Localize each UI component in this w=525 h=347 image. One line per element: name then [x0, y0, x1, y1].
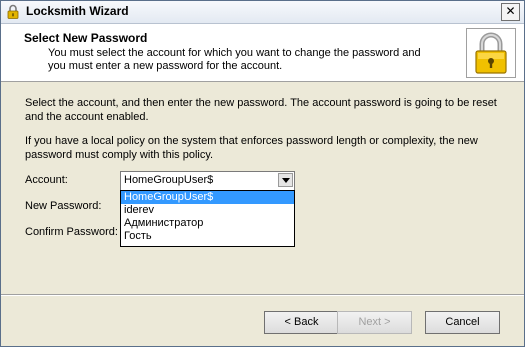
dropdown-option[interactable]: Администратор	[121, 217, 294, 230]
back-button[interactable]: < Back	[264, 311, 339, 334]
wizard-header: Select New Password You must select the …	[1, 24, 524, 82]
new-password-label: New Password:	[25, 200, 102, 212]
confirm-password-label: Confirm Password:	[25, 226, 118, 238]
dropdown-arrow-button[interactable]	[278, 173, 293, 187]
page-title: Select New Password	[24, 31, 148, 45]
cancel-button[interactable]: Cancel	[425, 311, 500, 334]
title-bar[interactable]: Locksmith Wizard ✕	[1, 1, 524, 24]
dropdown-option[interactable]: HomeGroupUser$	[121, 191, 294, 204]
wizard-body: Select the account, and then enter the n…	[1, 82, 524, 294]
next-button[interactable]: Next >	[337, 311, 412, 334]
dropdown-option[interactable]: Гость	[121, 230, 294, 243]
account-select-value: HomeGroupUser$	[124, 174, 214, 186]
page-description: You must select the account for which yo…	[48, 47, 421, 72]
wizard-window: Locksmith Wizard ✕ Select New Password Y…	[0, 0, 525, 347]
footer-divider	[1, 294, 524, 296]
account-label: Account:	[25, 174, 68, 186]
account-dropdown-list[interactable]: HomeGroupUser$ iderev Администратор Гост…	[120, 190, 295, 247]
padlock-icon	[466, 28, 516, 78]
close-button[interactable]: ✕	[501, 3, 520, 21]
window-title: Locksmith Wizard	[26, 4, 129, 18]
account-select[interactable]: HomeGroupUser$	[120, 171, 295, 191]
close-icon: ✕	[505, 4, 516, 18]
policy-text: If you have a local policy on the system…	[25, 135, 478, 161]
lock-icon	[6, 4, 20, 19]
instructions-text: Select the account, and then enter the n…	[25, 97, 497, 123]
chevron-down-icon	[282, 178, 290, 183]
dropdown-option[interactable]: iderev	[121, 204, 294, 217]
